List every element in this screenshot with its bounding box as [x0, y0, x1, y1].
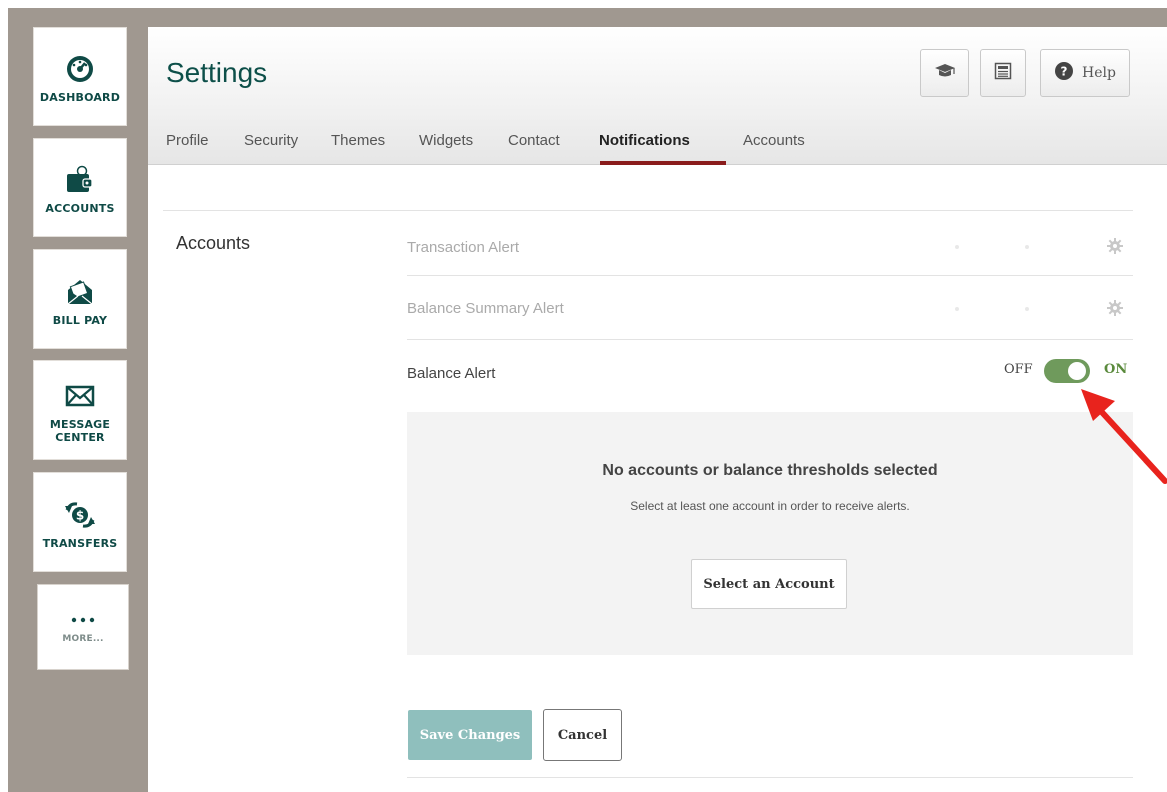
- svg-text:?: ?: [1061, 64, 1068, 78]
- tab-widgets[interactable]: Widgets: [419, 132, 473, 165]
- nav-transfers[interactable]: $ TRANSFERS: [33, 472, 127, 572]
- balance-alert-toggle[interactable]: [1044, 359, 1090, 383]
- nav-label: TRANSFERS: [42, 536, 118, 550]
- nav-accounts[interactable]: ACCOUNTS: [33, 138, 127, 237]
- indicator-dot: [1025, 307, 1029, 311]
- graduation-cap-icon: [934, 63, 956, 84]
- tab-accounts[interactable]: Accounts: [743, 132, 805, 165]
- empty-state: No accounts or balance thresholds select…: [407, 412, 1133, 655]
- gear-icon[interactable]: [1107, 300, 1123, 316]
- news-button[interactable]: [980, 49, 1026, 97]
- nav-label: MORE...: [62, 633, 104, 644]
- help-button[interactable]: ? Help: [1040, 49, 1130, 97]
- settings-header: Settings ? Help Profile Security Themes …: [148, 27, 1167, 165]
- nav-more[interactable]: MORE...: [37, 584, 129, 670]
- indicator-dot: [955, 307, 959, 311]
- cancel-button[interactable]: Cancel: [543, 709, 622, 761]
- transaction-alert-label: Transaction Alert: [407, 239, 519, 256]
- newspaper-icon: [994, 62, 1012, 85]
- balance-alert-label: Balance Alert: [407, 365, 496, 382]
- select-account-button[interactable]: Select an Account: [691, 559, 847, 609]
- annotation-arrow-icon: [1081, 389, 1167, 484]
- svg-text:$: $: [76, 508, 84, 522]
- toggle-off-label: OFF: [1004, 362, 1033, 377]
- more-dots-icon: [63, 609, 103, 631]
- tab-themes[interactable]: Themes: [331, 132, 385, 165]
- dashboard-gauge-icon: [60, 49, 100, 89]
- envelope-icon: [60, 376, 100, 416]
- balance-summary-alert-label: Balance Summary Alert: [407, 300, 564, 317]
- empty-state-title: No accounts or balance thresholds select…: [602, 462, 938, 479]
- tab-profile[interactable]: Profile: [166, 132, 209, 165]
- help-circle-icon: ?: [1054, 61, 1074, 86]
- nav-bill-pay[interactable]: BILL PAY: [33, 249, 127, 349]
- tab-contact[interactable]: Contact: [508, 132, 560, 165]
- indicator-dot: [1025, 245, 1029, 249]
- envelope-open-icon: [60, 272, 100, 312]
- save-changes-button[interactable]: Save Changes: [408, 710, 532, 760]
- transfer-dollar-icon: $: [60, 495, 100, 535]
- nav-dashboard[interactable]: DASHBOARD: [33, 27, 127, 126]
- gear-icon[interactable]: [1107, 238, 1123, 254]
- nav-label: DASHBOARD: [39, 91, 121, 104]
- divider: [407, 339, 1133, 340]
- wallet-icon: [60, 160, 100, 200]
- settings-panel: Settings ? Help Profile Security Themes …: [148, 27, 1167, 792]
- tab-security[interactable]: Security: [244, 132, 298, 165]
- page-title: Settings: [166, 57, 268, 88]
- help-label: Help: [1082, 65, 1116, 81]
- nav-message-center[interactable]: MESSAGE CENTER: [33, 360, 127, 460]
- section-label: Accounts: [176, 233, 251, 253]
- divider: [407, 777, 1133, 778]
- active-tab-indicator: [600, 161, 726, 165]
- nav-label: MESSAGE CENTER: [49, 418, 111, 444]
- indicator-dot: [955, 245, 959, 249]
- nav-label: ACCOUNTS: [45, 202, 115, 215]
- toggle-on-label: ON: [1104, 362, 1128, 377]
- divider: [407, 275, 1133, 276]
- toggle-knob: [1068, 362, 1086, 380]
- divider: [163, 210, 1133, 211]
- nav-label: BILL PAY: [52, 313, 108, 327]
- learning-button[interactable]: [920, 49, 969, 97]
- empty-state-subtitle: Select at least one account in order to …: [630, 499, 910, 513]
